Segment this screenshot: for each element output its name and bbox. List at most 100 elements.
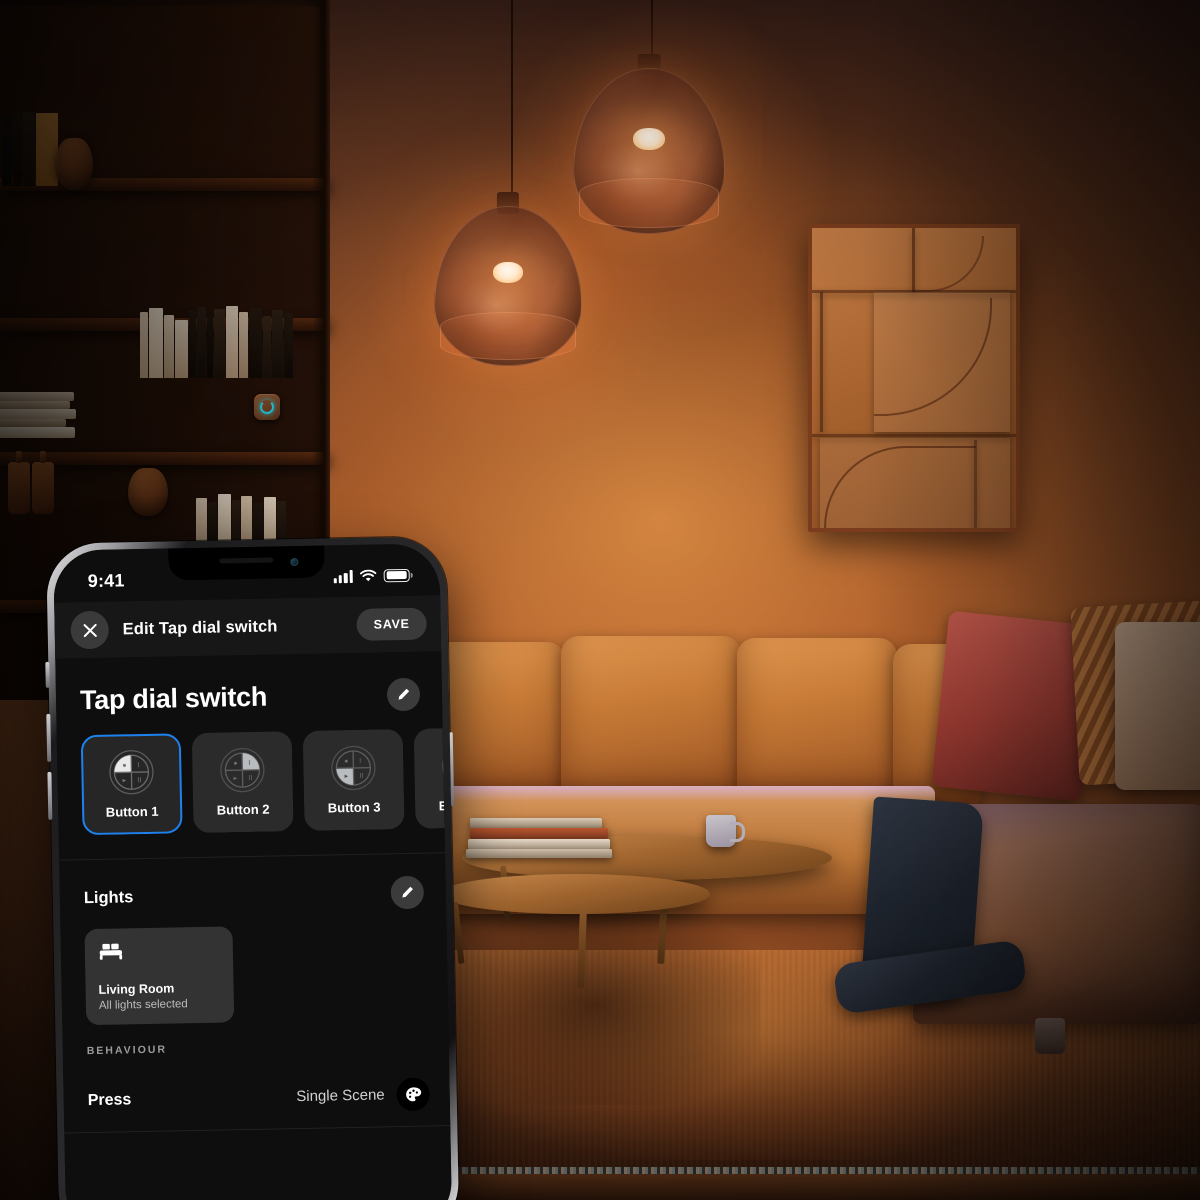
front-camera-icon [290,557,299,567]
art-line [974,440,977,528]
scene-type-button[interactable] [396,1077,430,1112]
behaviour-row-next[interactable] [64,1126,451,1165]
status-indicators [333,568,410,583]
color-palette-icon [405,1086,421,1101]
book-spine [214,309,225,378]
book-spine [175,320,188,378]
lights-section-title: Lights [83,888,134,908]
behaviour-section-label: BEHAVIOUR [86,1043,168,1058]
button-card-label: Button 2 [216,801,270,818]
room-card-text: Living Room All lights selected [98,981,222,1014]
book-spine [239,312,248,378]
svg-text:II: II [249,775,253,782]
book-spine [36,113,58,186]
phone-frame: 9:41 Edit Tap dial switch SAVE Tap dial … [45,536,460,1200]
iphone-mockup: 9:41 Edit Tap dial switch SAVE Tap dial … [45,536,460,1200]
lamp-rim [579,178,719,228]
svg-text:II: II [359,773,363,780]
svg-text:▸: ▸ [123,777,127,784]
dial-quadrant-icon: ● I ▸ II [219,747,266,794]
close-button[interactable] [70,610,110,650]
book-spine [226,306,238,378]
magazine [468,839,610,849]
sofa-icon [99,943,123,960]
save-button[interactable]: SAVE [356,607,427,641]
room-card-living-room[interactable]: Living Room All lights selected [84,926,235,1026]
svg-text:●: ● [344,758,348,765]
book-spine [189,310,196,378]
button-card-label: Button 4 [438,797,445,814]
svg-text:●: ● [122,762,126,769]
book-stack [0,401,70,409]
cellular-signal-icon [333,569,353,583]
magazine [470,828,608,839]
pencil-icon [398,688,410,700]
hue-app: Edit Tap dial switch SAVE Tap dial switc… [53,543,453,1200]
book-spine [272,310,283,378]
button-card-4[interactable]: ● I ▸ Button 4 [413,726,445,829]
button-card-3[interactable]: ● I ▸ II Button 3 [302,729,405,831]
pendant-lamp-left [434,192,582,366]
button-selector-row[interactable]: ● I ▸ II Button 1 ● I ▸ II Button 2 ● I … [57,724,445,836]
rename-switch-button[interactable] [386,677,421,712]
close-icon [83,623,97,637]
rug-trim [330,1167,1200,1174]
status-time: 9:41 [87,569,125,591]
book-stack [0,409,76,419]
lights-section-header: Lights [59,853,446,929]
behaviour-row-press[interactable]: Press Single Scene [63,1062,451,1134]
art-line [820,292,823,432]
wifi-icon [359,569,377,581]
sofa-back-cushion [561,636,741,804]
svg-text:I: I [137,762,139,769]
pendant-lamp-right [573,54,725,234]
behaviour-row-value: Single Scene [296,1086,385,1106]
phone-screen: 9:41 Edit Tap dial switch SAVE Tap dial … [53,543,453,1200]
notch [168,545,325,581]
accent-pillow [1115,622,1200,790]
art-curve [912,236,984,292]
pencil-icon [402,886,413,898]
magazine [466,849,612,858]
room-subtitle: All lights selected [98,998,188,1012]
book-spine [207,314,213,378]
button-card-2[interactable]: ● I ▸ II Button 2 [191,731,294,834]
svg-text:I: I [359,758,361,765]
art-line [812,434,1016,437]
edit-lights-button[interactable] [390,875,425,910]
lamp-bulb [633,128,665,150]
decor-bottle [32,451,54,514]
book-spine [164,315,174,378]
lamp-rim [439,312,577,360]
volume-up-button[interactable] [46,713,51,762]
dial-quadrant-icon: ● I ▸ II [108,749,155,796]
book-spine [197,307,206,378]
svg-text:▸: ▸ [344,773,348,780]
book-spine [140,312,148,378]
book-spine [284,313,293,378]
wood-floor-strip [330,1174,1200,1200]
book-stack [0,419,66,427]
decor-vase [128,468,168,516]
magazine [470,818,602,828]
navbar-title: Edit Tap dial switch [122,616,278,638]
book-spine [13,116,22,186]
sectional-sofa [415,600,1200,1054]
mute-switch[interactable] [45,661,50,688]
earpiece-speaker [219,557,274,564]
side-table-top [440,874,710,914]
book-stack [0,427,75,438]
book-spine [149,308,163,378]
book-spine [2,114,12,186]
product-lifestyle-scene: 9:41 Edit Tap dial switch SAVE Tap dial … [0,0,1200,1200]
volume-down-button[interactable] [47,771,52,820]
button-card-1[interactable]: ● I ▸ II Button 1 [80,733,183,836]
dial-ring-indicator [260,400,274,414]
book-stack [0,392,74,401]
behaviour-row-value-group: Single Scene [296,1077,430,1114]
behaviour-row-label: Press [87,1090,132,1109]
svg-text:I: I [248,760,250,767]
decor-vase [55,138,93,190]
book-spine [263,316,271,378]
tap-dial-switch-device[interactable] [254,394,280,420]
